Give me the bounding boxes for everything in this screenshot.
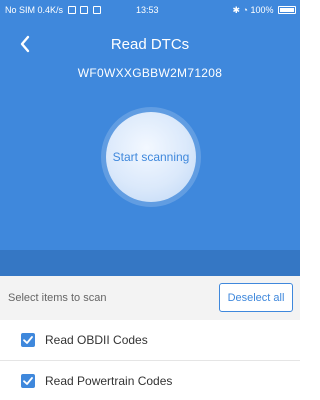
deselect-all-label: Deselect all — [227, 291, 285, 304]
vehicle-vin: WF0WXXGBBW2M71208 — [77, 66, 223, 80]
wifi-icon: ◔ — [242, 5, 248, 15]
list-item-label: Read Powertrain Codes — [45, 374, 173, 388]
usb-icon — [80, 6, 89, 14]
list-item-obdii-codes[interactable]: Read OBDII Codes — [0, 320, 300, 360]
start-scanning-label: Start scanning — [112, 150, 190, 164]
deselect-all-button[interactable]: Deselect all — [219, 283, 293, 312]
list-item-powertrain-codes[interactable]: Read Powertrain Codes — [0, 361, 300, 400]
select-items-label: Select items to scan — [8, 292, 107, 304]
gallery-icon — [92, 6, 101, 14]
notification-icon — [67, 6, 76, 14]
status-bar: No SIM 0.4K/s 13:53 ✱ ◔ 100% — [0, 0, 300, 20]
battery-icon — [278, 6, 296, 14]
start-scanning-button[interactable]: Start scanning — [106, 112, 196, 202]
status-right: ✱ ◔ 100% — [232, 0, 296, 20]
checkbox-checked-icon[interactable] — [21, 333, 35, 347]
status-time: 13:53 — [136, 5, 159, 15]
battery-percent: 100% — [250, 5, 274, 15]
checkmark-icon — [23, 336, 33, 344]
header-band — [0, 250, 300, 276]
page-title: Read DTCs — [110, 36, 190, 53]
network-status-text: No SIM 0.4K/s — [5, 5, 64, 15]
checkbox-checked-icon[interactable] — [21, 374, 35, 388]
checkmark-icon — [23, 377, 33, 385]
list-item-label: Read OBDII Codes — [45, 333, 148, 347]
app-screen: No SIM 0.4K/s 13:53 ✱ ◔ 100% Read DTCs W… — [0, 0, 300, 400]
status-left: No SIM 0.4K/s — [5, 0, 101, 20]
bluetooth-icon: ✱ — [232, 5, 240, 15]
